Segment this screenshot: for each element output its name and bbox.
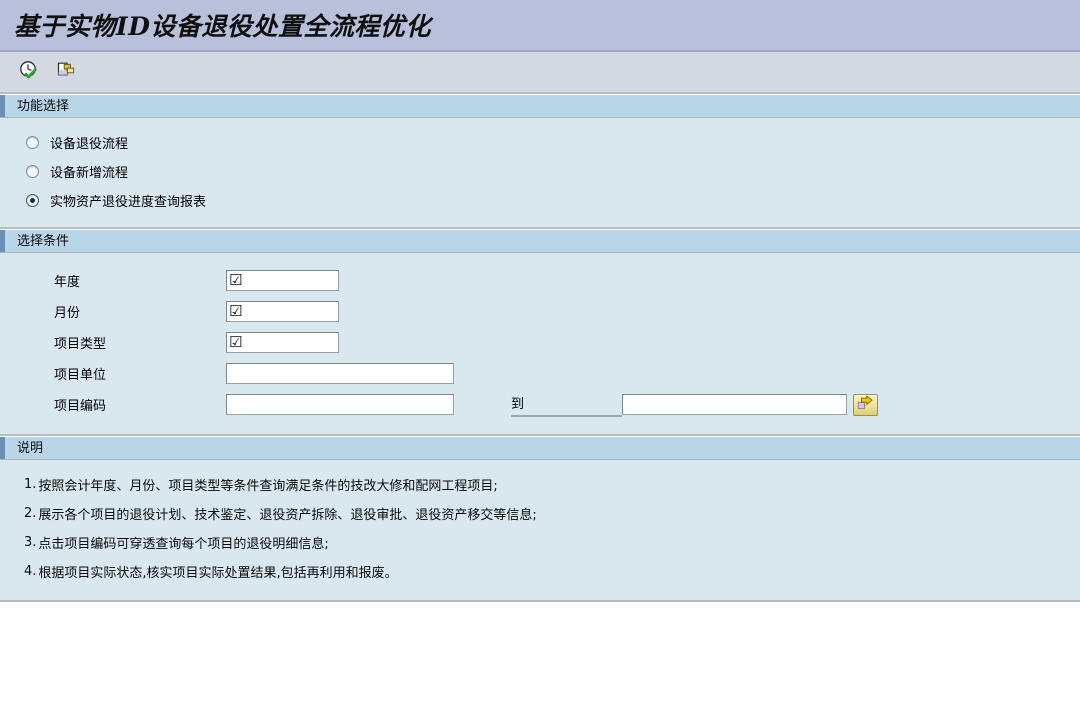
radio-option-equipment-retirement[interactable]: 设备退役流程: [0, 128, 1080, 157]
field-label-year: 年度: [54, 275, 81, 290]
application-toolbar: [0, 52, 1080, 94]
field-row-project-code: 项目编码 到: [0, 389, 1080, 420]
description-line-text: 点击项目编码可穿透查询每个项目的退役明细信息;: [38, 537, 329, 552]
execute-icon: [19, 60, 39, 84]
multiple-selection-arrow-button[interactable]: [853, 393, 878, 416]
to-label: 到: [511, 393, 622, 417]
field-row-year: 年度 ☑: [0, 265, 1080, 296]
field-row-project-type: 项目类型 ☑: [0, 327, 1080, 358]
condition-section-header: 选择条件: [0, 229, 1080, 253]
field-label-project-type: 项目类型: [54, 337, 107, 352]
description-line: 1. 按照会计年度、月份、项目类型等条件查询满足条件的技改大修和配网工程项目;: [0, 470, 1080, 499]
checkbox-checked-icon: ☑: [229, 333, 243, 351]
function-section-panel: 设备退役流程 设备新增流程 实物资产退役进度查询报表: [0, 118, 1080, 229]
radio-icon: [26, 165, 39, 178]
project-type-input[interactable]: ☑: [226, 332, 339, 353]
description-line-text: 根据项目实际状态,核实项目实际处置结果,包括再利用和报废。: [38, 566, 398, 581]
field-label-project-unit: 项目单位: [54, 368, 107, 383]
radio-option-label: 实物资产退役进度查询报表: [50, 195, 207, 210]
sap-selection-screen: 基于实物ID设备退役处置全流程优化 功能选择 设备退役流程 设备新增流程 实物资…: [0, 0, 1080, 704]
multiple-selection-button[interactable]: [53, 59, 79, 85]
description-lines: 1. 按照会计年度、月份、项目类型等条件查询满足条件的技改大修和配网工程项目; …: [0, 460, 1080, 600]
checkbox-checked-icon: ☑: [229, 271, 243, 289]
radio-icon-selected: [26, 194, 39, 207]
page-title: 基于实物ID设备退役处置全流程优化: [14, 12, 431, 41]
condition-section-title: 选择条件: [17, 233, 70, 249]
function-radio-group: 设备退役流程 设备新增流程 实物资产退役进度查询报表: [0, 118, 1080, 227]
description-line-number: 3.: [24, 535, 37, 550]
function-section-header: 功能选择: [0, 94, 1080, 118]
radio-option-label: 设备退役流程: [50, 137, 129, 152]
field-label-project-code: 项目编码: [54, 399, 107, 414]
field-row-month: 月份 ☑: [0, 296, 1080, 327]
field-row-project-unit: 项目单位: [0, 358, 1080, 389]
project-code-to-input[interactable]: [622, 394, 847, 415]
function-section-title: 功能选择: [17, 98, 70, 114]
description-section-header: 说明: [0, 436, 1080, 460]
right-arrow-icon: [857, 395, 874, 415]
description-line: 2. 展示各个项目的退役计划、技术鉴定、退役资产拆除、退役审批、退役资产移交等信…: [0, 499, 1080, 528]
description-line-text: 按照会计年度、月份、项目类型等条件查询满足条件的技改大修和配网工程项目;: [38, 479, 498, 494]
description-line-number: 1.: [24, 477, 37, 492]
radio-option-equipment-addition[interactable]: 设备新增流程: [0, 157, 1080, 186]
description-section-panel: 1. 按照会计年度、月份、项目类型等条件查询满足条件的技改大修和配网工程项目; …: [0, 460, 1080, 602]
radio-option-label: 设备新增流程: [50, 166, 129, 181]
description-line: 3. 点击项目编码可穿透查询每个项目的退役明细信息;: [0, 528, 1080, 557]
month-input[interactable]: ☑: [226, 301, 339, 322]
radio-icon: [26, 136, 39, 149]
description-line: 4. 根据项目实际状态,核实项目实际处置结果,包括再利用和报废。: [0, 557, 1080, 586]
year-input[interactable]: ☑: [226, 270, 339, 291]
description-line-number: 4.: [24, 564, 37, 579]
condition-fields: 年度 ☑ 月份 ☑ 项目类型 ☑ 项目单位 项目编码 到: [0, 253, 1080, 434]
multiple-selection-icon: [56, 60, 76, 84]
description-line-number: 2.: [24, 506, 37, 521]
description-line-text: 展示各个项目的退役计划、技术鉴定、退役资产拆除、退役审批、退役资产移交等信息;: [38, 508, 537, 523]
checkbox-checked-icon: ☑: [229, 302, 243, 320]
project-unit-input[interactable]: [226, 363, 454, 384]
description-section-title: 说明: [17, 440, 44, 456]
radio-option-progress-report[interactable]: 实物资产退役进度查询报表: [0, 186, 1080, 215]
window-title-bar: 基于实物ID设备退役处置全流程优化: [0, 0, 1080, 52]
project-code-from-input[interactable]: [226, 394, 454, 415]
field-label-month: 月份: [54, 306, 81, 321]
execute-button[interactable]: [16, 59, 42, 85]
condition-section-panel: 年度 ☑ 月份 ☑ 项目类型 ☑ 项目单位 项目编码 到: [0, 253, 1080, 436]
project-code-range: 到: [511, 393, 878, 417]
